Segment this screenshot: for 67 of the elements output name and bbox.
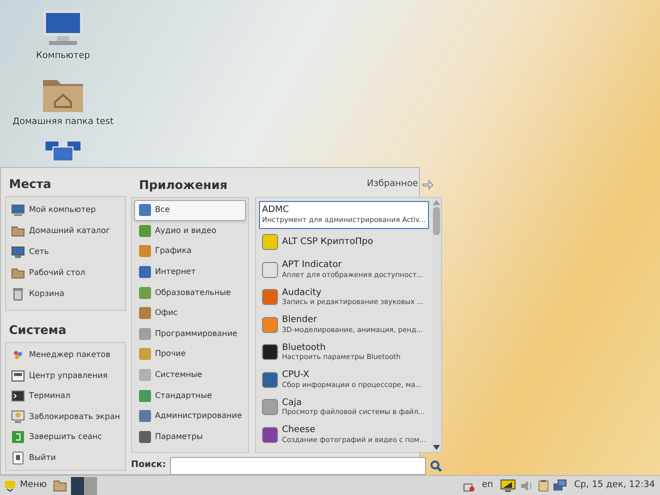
app-name: Cheese [282, 425, 316, 436]
clipboard-icon[interactable] [538, 479, 550, 492]
place-item[interactable]: Сеть [6, 241, 125, 262]
logo-icon [4, 480, 16, 492]
folder-icon[interactable] [52, 480, 67, 492]
favorites-button[interactable]: Избранное [366, 178, 434, 192]
desktop-icon-label[interactable]: Компьютер [36, 50, 90, 64]
scrollbar-thumb[interactable] [432, 207, 440, 235]
power-icon [11, 450, 25, 465]
folder-icon [11, 224, 25, 238]
category-item[interactable]: Интернет [134, 262, 246, 282]
menu-button[interactable]: Меню [2, 478, 49, 492]
app-item[interactable]: ALT CSP КриптоПро [258, 228, 429, 256]
computer-icon [40, 8, 85, 48]
category-item[interactable]: Прочие [134, 344, 246, 365]
arrow-right-icon [422, 179, 434, 191]
category-item[interactable]: Параметры [134, 426, 246, 448]
trash-icon [11, 286, 25, 300]
monitor-icon[interactable] [500, 478, 516, 492]
app-name: APT Indicator [282, 260, 343, 271]
control-panel-icon [11, 368, 25, 383]
category-item[interactable]: Системные [134, 364, 246, 386]
system-item[interactable]: Выйти [6, 448, 125, 468]
place-item[interactable]: Домашний каталог [6, 220, 125, 241]
category-item[interactable]: Аудио и видео [134, 220, 246, 242]
place-item[interactable]: Корзина [6, 283, 125, 304]
app-name: Audacity [282, 288, 322, 298]
window-button[interactable] [84, 476, 97, 494]
category-item[interactable]: Программирование [134, 324, 246, 344]
system-item[interactable]: Центр управления [6, 366, 125, 386]
language-indicator[interactable]: en [478, 478, 496, 492]
app-name: ADMC [262, 205, 290, 216]
app-name: Blender [282, 315, 318, 326]
app-name: Bluetooth [282, 342, 327, 354]
category-item[interactable]: Образовательные [134, 282, 246, 303]
clock[interactable]: Ср, 15 дек, 12:34 [571, 478, 658, 492]
logout-icon [11, 430, 25, 444]
scroll-up-icon[interactable] [432, 200, 440, 205]
system-item[interactable]: Заблокировать экран [6, 406, 125, 427]
terminal-icon [11, 389, 25, 404]
lock-screen-icon [11, 410, 25, 424]
category-item[interactable]: Офис [134, 302, 246, 324]
place-item[interactable]: Рабочий стол [6, 262, 125, 283]
section-title: Места [8, 176, 52, 193]
network-icon[interactable] [553, 479, 568, 492]
app-name: ALT CSP КриптоПро [282, 236, 374, 248]
scroll-down-icon[interactable] [432, 445, 440, 450]
search-icon[interactable] [430, 460, 442, 472]
category-item[interactable]: Администрирование [134, 406, 246, 427]
system-item[interactable]: Менеджер пакетов [6, 345, 125, 366]
section-title: Система [8, 322, 68, 339]
section-title: Приложения [138, 177, 228, 194]
system-item[interactable]: Завершить сеанс [6, 427, 125, 448]
network-icon [11, 244, 25, 258]
category-item[interactable]: Графика [134, 241, 246, 262]
category-item[interactable]: Все [134, 200, 246, 221]
system-item[interactable]: Терминал [6, 386, 125, 406]
search-field[interactable] [170, 457, 426, 475]
desktop-icon-label[interactable]: Домашняя папка test [12, 116, 114, 129]
app-name: CPU-X [282, 370, 310, 381]
window-button[interactable] [70, 476, 84, 494]
search-label: Поиск: [130, 459, 166, 472]
computer-icon [11, 202, 25, 216]
folder-icon [11, 266, 25, 280]
place-item[interactable]: Мой компьютер [6, 199, 125, 220]
app-name: Caja [282, 398, 303, 408]
category-item[interactable]: Стандартные [134, 385, 246, 406]
